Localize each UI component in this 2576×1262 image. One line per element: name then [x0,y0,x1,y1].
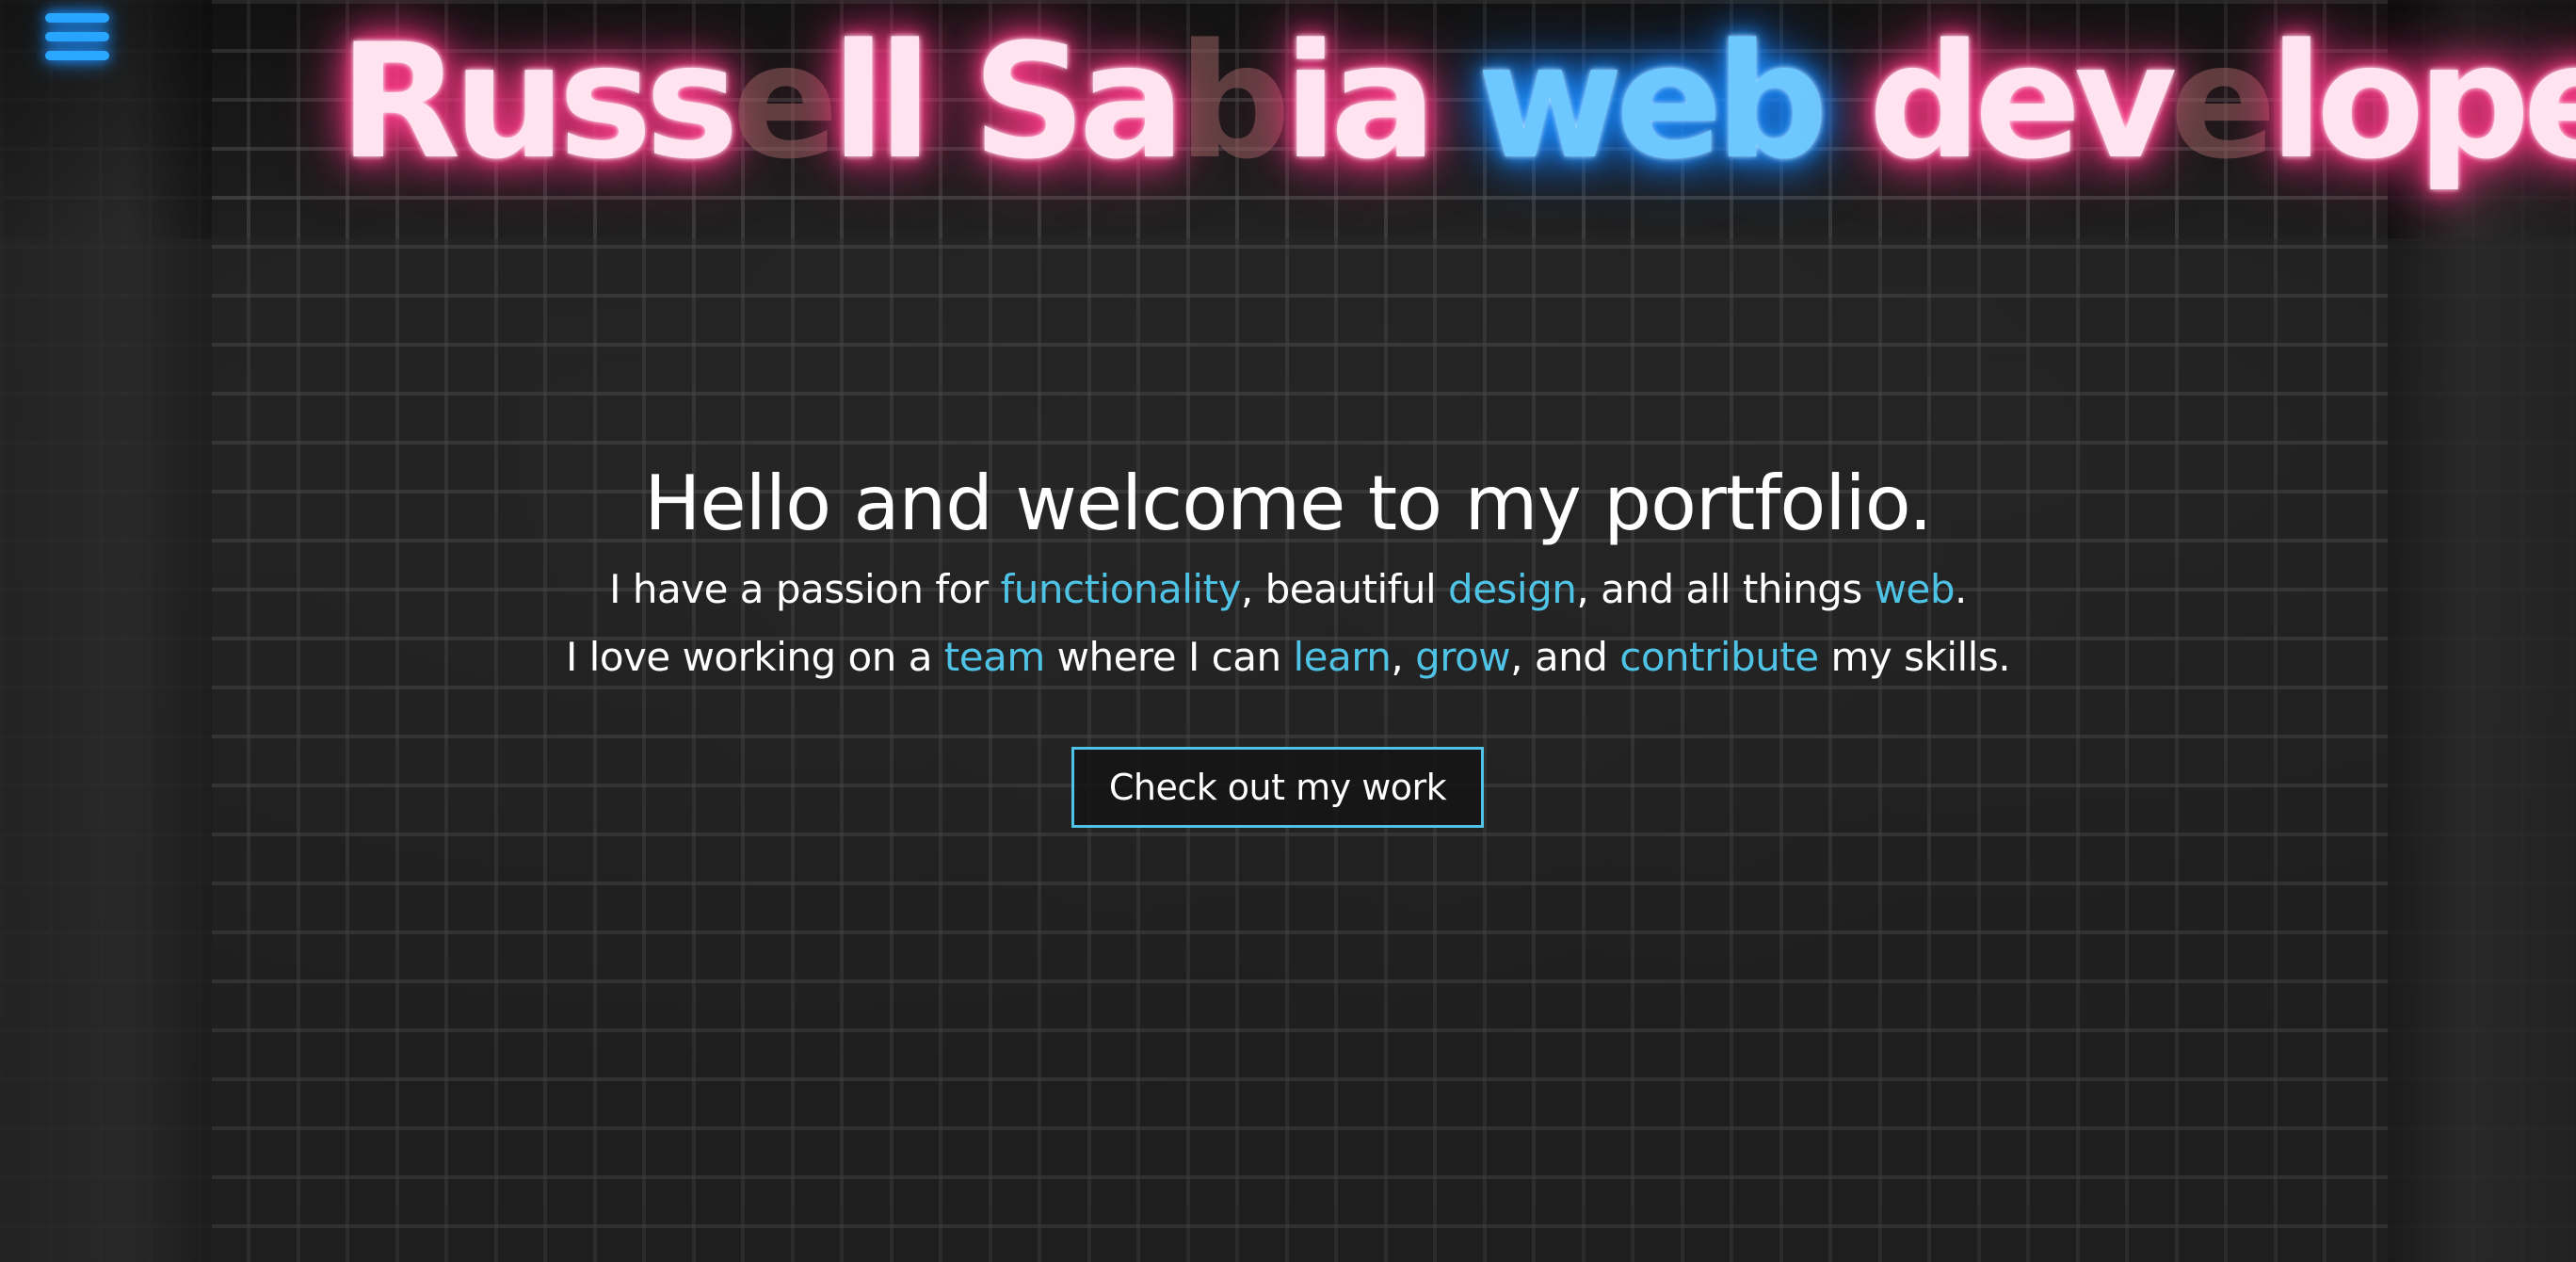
hero-section: Hello and welcome to my portfolio. I hav… [0,452,2576,691]
text-fragment: my skills. [1818,634,2011,680]
welcome-heading: Hello and welcome to my portfolio. [644,460,1932,547]
highlight-word: functionality [1000,566,1241,612]
highlight-word: design [1448,566,1577,612]
highlight-word: learn [1293,634,1392,680]
text-fragment: I have a passion for [609,566,1001,612]
text-fragment: . [1955,566,1967,612]
title-segment-unlit: b [1177,9,1291,194]
menu-bar [45,51,109,60]
passion-line: I have a passion for functionality, beau… [0,556,2576,623]
title-segment-web: web [1476,9,1828,194]
hamburger-menu-icon[interactable] [45,9,109,62]
text-fragment: , beautiful [1240,566,1449,612]
title-segment-unlit: e [2169,9,2277,194]
text-fragment: , and all things [1576,566,1875,612]
title-segment: Russ [339,9,739,194]
highlight-word: contribute [1619,634,1819,680]
menu-bar [45,13,109,23]
text-fragment: , [1391,634,1416,680]
text-fragment: I love working on a [565,634,944,680]
team-line: I love working on a team where I can lea… [0,623,2576,691]
text-fragment: where I can [1044,634,1294,680]
neon-site-title: Russell Sabia web developer [339,17,2576,186]
highlight-word: web [1874,566,1956,612]
check-out-work-button[interactable]: Check out my work [1071,747,1484,828]
title-segment-unlit: e [731,9,839,194]
highlight-word: grow [1415,634,1511,680]
title-segment: ll Sa [830,9,1185,194]
title-segment: dev [1821,9,2178,194]
title-segment: loper [2269,9,2576,194]
title-segment: ia [1283,9,1477,194]
highlight-word: team [943,634,1045,680]
menu-bar [45,32,109,41]
text-fragment: , and [1510,634,1620,680]
